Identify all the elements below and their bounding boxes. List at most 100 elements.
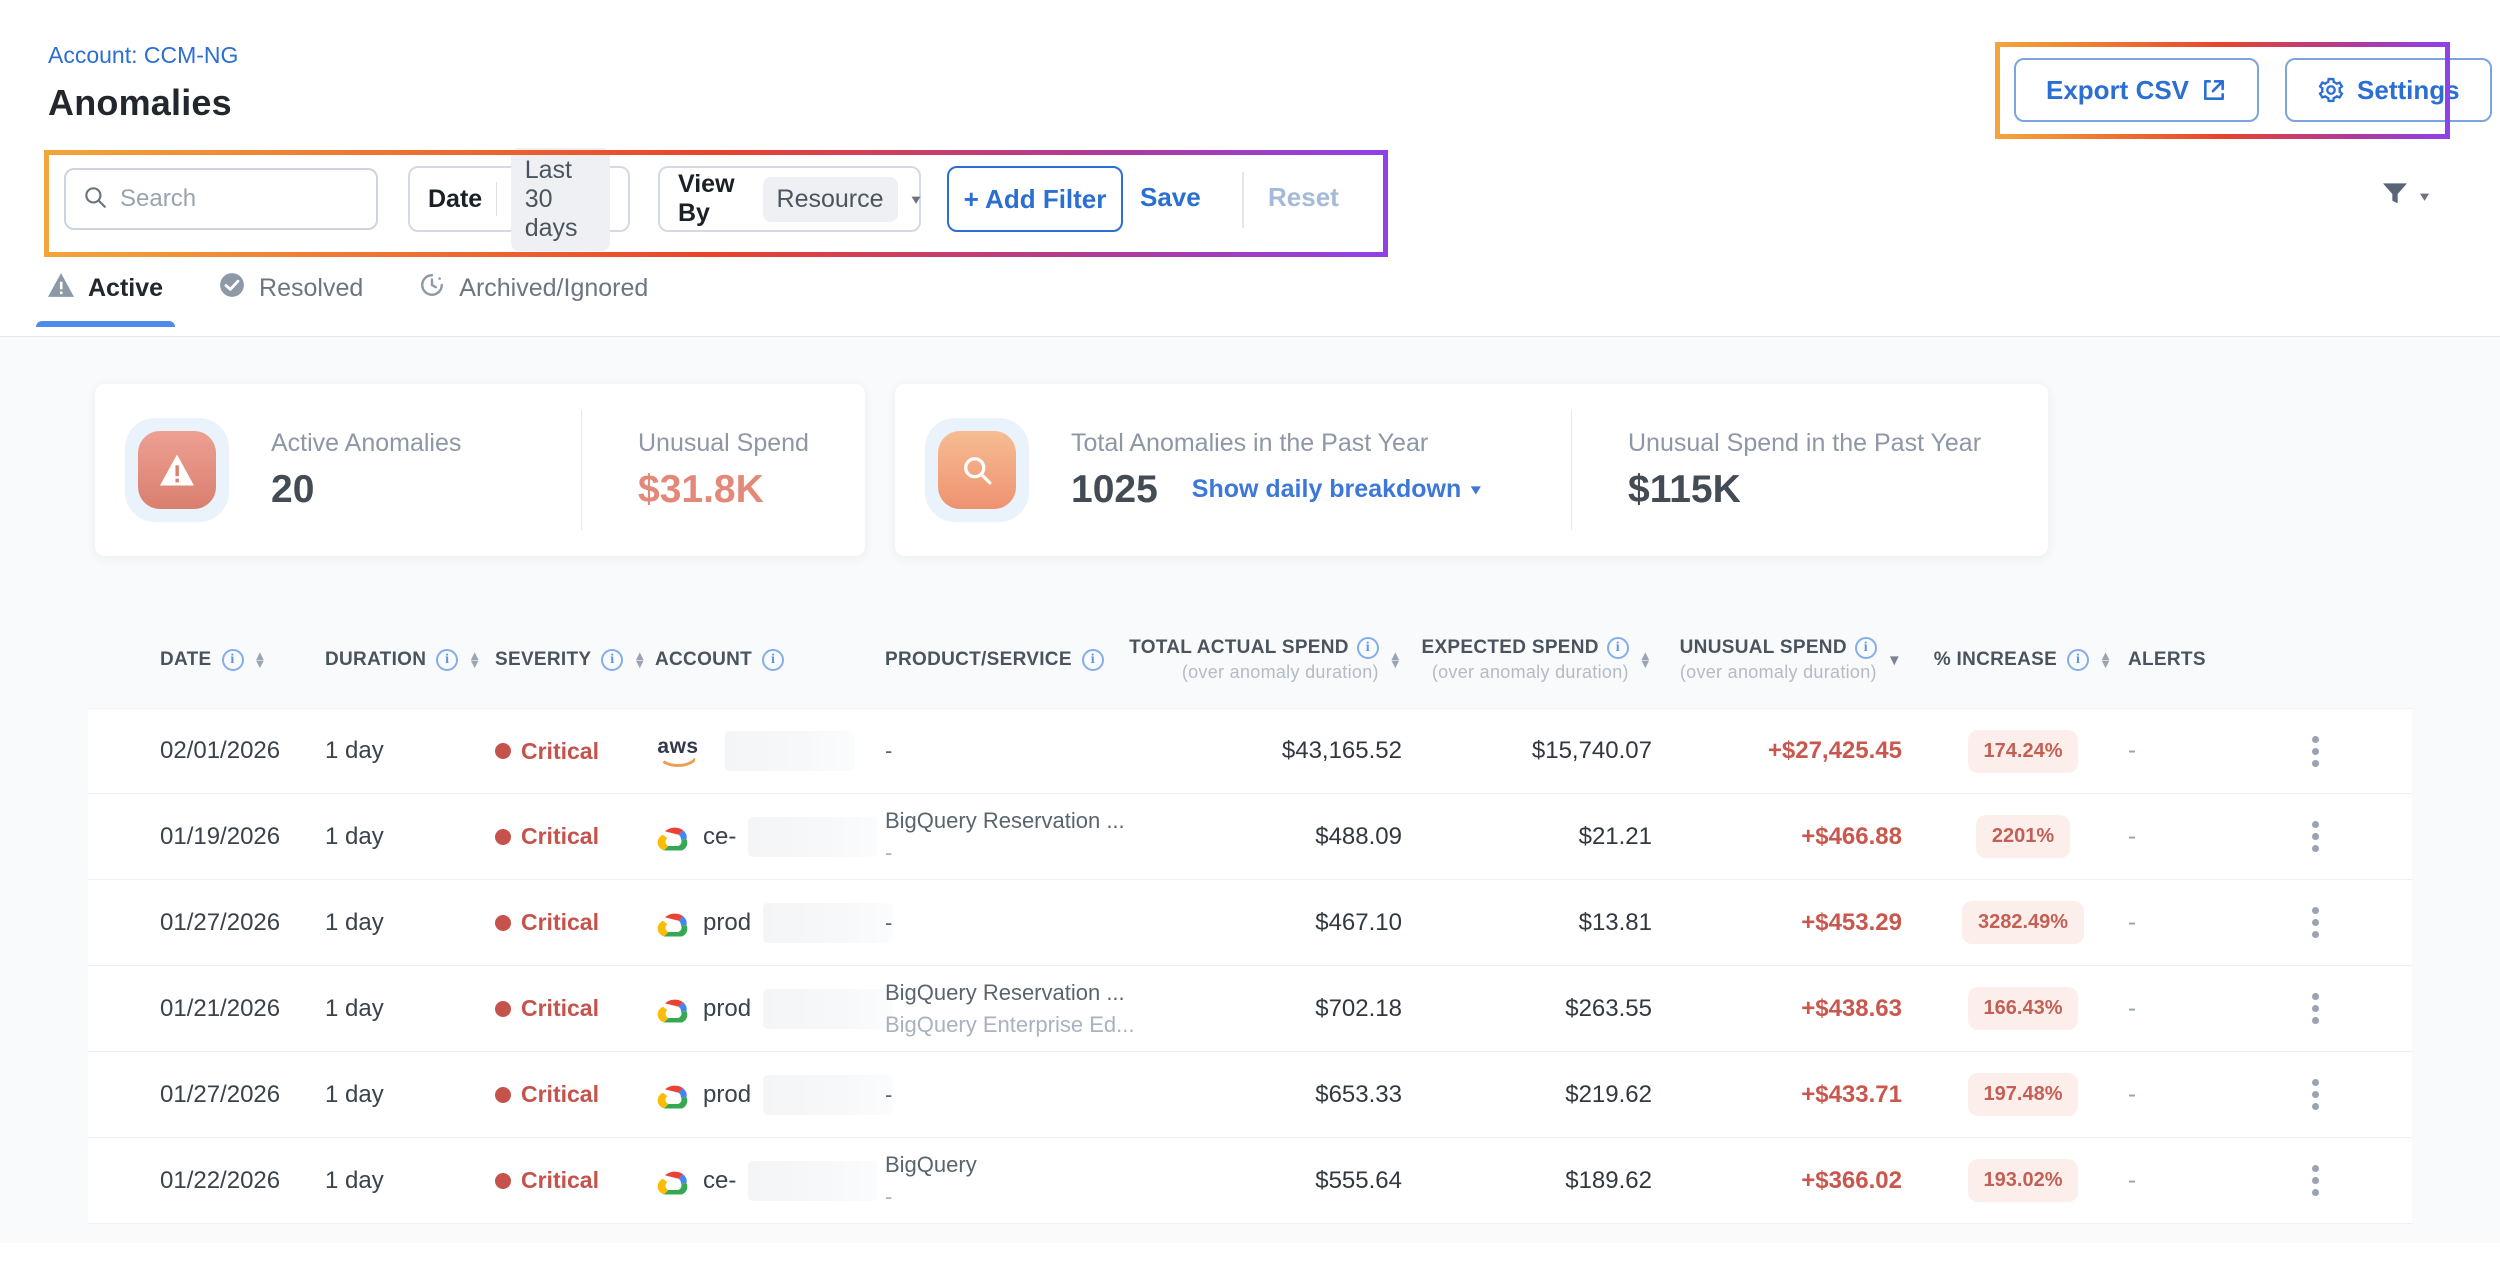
export-csv-button[interactable]: Export CSV [2014, 58, 2259, 122]
column-header-increase[interactable]: % INCREASE i ▲▼ [1918, 649, 2128, 671]
redacted-account-name [725, 731, 855, 771]
search-input[interactable] [120, 185, 350, 213]
add-filter-button[interactable]: + Add Filter [947, 166, 1123, 232]
column-header-account[interactable]: ACCOUNT i [655, 649, 885, 671]
cell-percent-increase: 3282.49% [1918, 901, 2128, 944]
unusual-spend-year-value: $115K [1628, 468, 1981, 512]
date-filter-value: Last 30 days [511, 148, 610, 251]
cell-severity: Critical [495, 1081, 655, 1108]
cell-date: 01/27/2026 [88, 1081, 325, 1109]
view-by-dropdown[interactable]: View By Resource ▾ [658, 166, 921, 232]
column-header-severity[interactable]: SEVERITY i ▲▼ [495, 649, 655, 671]
settings-button[interactable]: Settings [2285, 58, 2492, 122]
sort-icon[interactable]: ▲▼ [2099, 652, 2112, 668]
cell-actual-spend: $653.33 [1228, 1081, 1418, 1109]
table-row[interactable]: 01/27/2026 1 day Critical aws [88, 880, 2412, 966]
date-filter-chip[interactable]: Date Last 30 days [408, 166, 630, 232]
funnel-icon [2378, 178, 2412, 215]
column-header-unusual-spend[interactable]: UNUSUAL SPENDi (over anomaly duration) ▼ [1668, 637, 1918, 683]
info-icon[interactable]: i [1357, 637, 1379, 659]
show-daily-breakdown-link[interactable]: Show daily breakdown ▾ [1192, 475, 1481, 504]
active-anomalies-card: Active Anomalies 20 Unusual Spend $31.8K [95, 384, 865, 556]
anomaly-tabs: Active Resolved Archived/Ignored [48, 272, 648, 327]
cell-date: 01/22/2026 [88, 1167, 325, 1195]
cell-percent-increase: 2201% [1918, 815, 2128, 858]
sort-icon[interactable]: ▲▼ [1389, 652, 1402, 668]
filter-panel-toggle[interactable]: ▾ [2378, 178, 2429, 215]
cell-severity: Critical [495, 1167, 655, 1194]
table-row[interactable]: 02/01/2026 1 day Critical aws [88, 708, 2412, 794]
cell-row-menu [2228, 728, 2412, 775]
search-box[interactable] [64, 168, 378, 230]
cell-expected-spend: $189.62 [1418, 1167, 1668, 1195]
column-header-duration[interactable]: DURATION i ▲▼ [325, 649, 495, 671]
unusual-spend-year-label: Unusual Spend in the Past Year [1628, 429, 1981, 458]
divider [581, 410, 582, 530]
settings-label: Settings [2357, 75, 2460, 106]
sort-icon[interactable]: ▲▼ [1639, 652, 1652, 668]
gcp-logo-icon [655, 1080, 691, 1110]
sort-descending-icon[interactable]: ▼ [1887, 652, 1902, 669]
row-menu-kebab-icon[interactable] [2304, 1071, 2327, 1118]
sort-icon[interactable]: ▲▼ [468, 652, 481, 668]
table-row[interactable]: 01/19/2026 1 day Critical aws [88, 794, 2412, 880]
cell-unusual-spend: +$453.29 [1668, 909, 1918, 937]
gcp-logo-icon [655, 994, 691, 1024]
info-icon[interactable]: i [601, 649, 623, 671]
breakdown-link-label: Show daily breakdown [1192, 475, 1462, 504]
table-row[interactable]: 01/22/2026 1 day Critical aws [88, 1138, 2412, 1224]
info-icon[interactable]: i [1855, 637, 1877, 659]
column-subtitle: (over anomaly duration) [1182, 662, 1379, 683]
info-icon[interactable]: i [2067, 649, 2089, 671]
cell-account: aws ce- [655, 817, 885, 857]
row-menu-kebab-icon[interactable] [2304, 1157, 2327, 1204]
column-header-expected-spend[interactable]: EXPECTED SPENDi (over anomaly duration) … [1418, 637, 1668, 683]
column-label: PRODUCT/SERVICE [885, 649, 1072, 671]
info-icon[interactable]: i [436, 649, 458, 671]
column-header-actual-spend[interactable]: TOTAL ACTUAL SPENDi (over anomaly durati… [1228, 637, 1418, 683]
cell-account: aws prod [655, 989, 885, 1029]
column-header-date[interactable]: DATE i ▲▼ [88, 649, 325, 671]
history-clock-icon [419, 272, 445, 305]
row-menu-kebab-icon[interactable] [2304, 728, 2327, 775]
tab-resolved[interactable]: Resolved [219, 272, 363, 327]
tab-archived-ignored[interactable]: Archived/Ignored [419, 272, 648, 327]
table-row[interactable]: 01/27/2026 1 day Critical aws [88, 1052, 2412, 1138]
sort-icon[interactable]: ▲▼ [633, 652, 646, 668]
table-row[interactable]: 01/21/2026 1 day Critical aws [88, 966, 2412, 1052]
cell-duration: 1 day [325, 995, 495, 1023]
cell-alerts: - [2128, 1081, 2228, 1109]
percent-increase-badge: 2201% [1976, 815, 2070, 858]
row-menu-kebab-icon[interactable] [2304, 985, 2327, 1032]
cell-percent-increase: 166.43% [1918, 987, 2128, 1030]
info-icon[interactable]: i [762, 649, 784, 671]
info-icon[interactable]: i [222, 649, 244, 671]
redacted-account-name [763, 989, 893, 1029]
save-filter-link[interactable]: Save [1140, 182, 1201, 213]
cell-account: aws ce- [655, 1161, 885, 1201]
info-icon[interactable]: i [1607, 637, 1629, 659]
cell-unusual-spend: +$366.02 [1668, 1167, 1918, 1195]
cell-unusual-spend: +$27,425.45 [1668, 737, 1918, 765]
search-icon [82, 184, 108, 215]
info-icon[interactable]: i [1082, 649, 1104, 671]
cell-alerts: - [2128, 995, 2228, 1023]
column-label: DURATION [325, 649, 426, 671]
sort-icon[interactable]: ▲▼ [254, 652, 267, 668]
cell-product-service: - [885, 738, 1228, 764]
row-menu-kebab-icon[interactable] [2304, 813, 2327, 860]
gcp-logo-icon [655, 822, 691, 852]
cell-row-menu [2228, 1157, 2412, 1204]
row-menu-kebab-icon[interactable] [2304, 899, 2327, 946]
cell-severity: Critical [495, 738, 655, 765]
cell-date: 01/19/2026 [88, 823, 325, 851]
cell-duration: 1 day [325, 823, 495, 851]
tab-label: Active [88, 274, 163, 303]
tab-active[interactable]: Active [48, 272, 163, 327]
reset-filter-link[interactable]: Reset [1268, 182, 1339, 213]
breadcrumb-account-link[interactable]: Account: CCM-NG [48, 42, 238, 69]
cell-account: aws prod [655, 903, 885, 943]
check-circle-icon [219, 272, 245, 305]
percent-increase-badge: 197.48% [1968, 1073, 2079, 1116]
cell-percent-increase: 197.48% [1918, 1073, 2128, 1116]
